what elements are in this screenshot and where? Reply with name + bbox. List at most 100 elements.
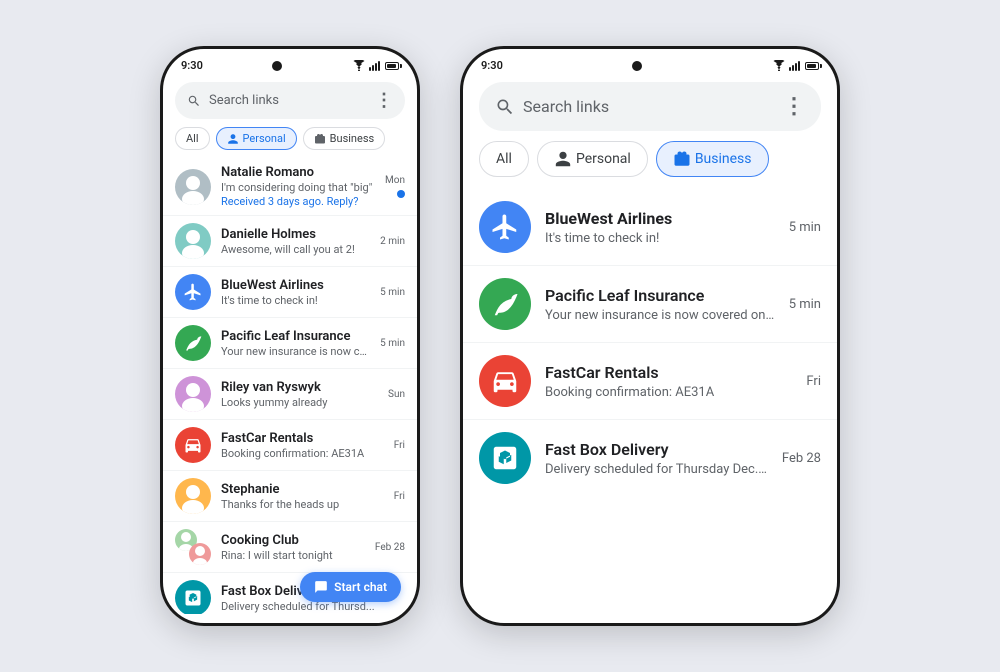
conv-meta-bluewest-large: 5 min: [789, 220, 821, 235]
wifi-icon-large: [772, 60, 786, 71]
conv-item-natalie[interactable]: Natalie Romano I'm considering doing tha…: [163, 158, 417, 215]
camera-small: [272, 61, 282, 71]
tabs-small: All Personal Business: [163, 127, 417, 158]
conv-time-riley: Sun: [388, 389, 405, 400]
conv-content-fastbox-large: Fast Box Delivery Delivery scheduled for…: [545, 440, 768, 477]
search-icon-small: [187, 94, 201, 108]
avatar-fastcar-large: [479, 355, 531, 407]
conv-item-danielle[interactable]: Danielle Holmes Awesome, will call you a…: [163, 215, 417, 266]
conv-content-danielle: Danielle Holmes Awesome, will call you a…: [221, 227, 370, 256]
conv-meta-stephanie: Fri: [394, 491, 405, 502]
more-icon-small[interactable]: ⋮: [375, 90, 393, 111]
business-tab-icon-large: [673, 150, 691, 168]
conv-item-pacific-large[interactable]: Pacific Leaf Insurance Your new insuranc…: [463, 265, 837, 342]
signal-icon-small: [369, 61, 380, 71]
start-chat-label: Start chat: [334, 580, 387, 594]
conv-preview-riley: Looks yummy already: [221, 396, 378, 409]
conv-name-riley: Riley van Ryswyk: [221, 380, 378, 395]
conv-name-bluewest-large: BlueWest Airlines: [545, 209, 775, 228]
conv-content-stephanie: Stephanie Thanks for the heads up: [221, 482, 384, 511]
conv-item-fastcar[interactable]: FastCar Rentals Booking confirmation: AE…: [163, 419, 417, 470]
conv-item-riley[interactable]: Riley van Ryswyk Looks yummy already Sun: [163, 368, 417, 419]
status-bar-large: 9:30: [463, 49, 837, 76]
conv-preview-stephanie: Thanks for the heads up: [221, 498, 384, 511]
wifi-icon-small: [352, 60, 366, 71]
conv-item-pacific[interactable]: Pacific Leaf Insurance Your new insuranc…: [163, 317, 417, 368]
conv-meta-natalie: Mon: [385, 175, 405, 198]
conv-name-stephanie: Stephanie: [221, 482, 384, 497]
conv-name-bluewest: BlueWest Airlines: [221, 278, 370, 293]
tab-business-large[interactable]: Business: [656, 141, 769, 177]
conv-time-fastcar: Fri: [394, 440, 405, 451]
camera-large: [632, 61, 642, 71]
time-large: 9:30: [481, 59, 503, 72]
conv-name-pacific-large: Pacific Leaf Insurance: [545, 286, 775, 305]
conv-item-stephanie[interactable]: Stephanie Thanks for the heads up Fri: [163, 470, 417, 521]
conv-time-danielle: 2 min: [380, 236, 405, 247]
conv-preview-fastbox-large: Delivery scheduled for Thursday Dec. 18: [545, 462, 768, 477]
conv-preview2-natalie: Received 3 days ago. Reply?: [221, 195, 375, 208]
avatar-riley: [175, 376, 211, 412]
more-icon-large[interactable]: ⋮: [783, 94, 805, 119]
tab-all-small[interactable]: All: [175, 127, 210, 150]
conv-content-cooking: Cooking Club Rina: I will start tonight: [221, 533, 365, 562]
conv-preview-pacific-large: Your new insurance is now covered on the: [545, 308, 775, 323]
conv-name-natalie: Natalie Romano: [221, 165, 375, 180]
conv-content-fastcar: FastCar Rentals Booking confirmation: AE…: [221, 431, 384, 460]
avatar-danielle: [175, 223, 211, 259]
conv-item-cooking[interactable]: Cooking Club Rina: I will start tonight …: [163, 521, 417, 572]
conv-name-cooking: Cooking Club: [221, 533, 365, 548]
search-bar-large[interactable]: Search links ⋮: [479, 82, 821, 131]
avatar-natalie: [175, 169, 211, 205]
phone-large: 9:30: [460, 46, 840, 626]
personal-tab-icon-large: [554, 150, 572, 168]
conv-time-fastbox-large: Feb 28: [782, 451, 821, 466]
business-tab-icon-small: [314, 133, 326, 145]
conv-content-pacific: Pacific Leaf Insurance Your new insuranc…: [221, 329, 370, 358]
start-chat-fab[interactable]: Start chat: [300, 572, 401, 602]
avatar-fastbox-large: [479, 432, 531, 484]
personal-tab-icon-small: [227, 133, 239, 145]
conv-item-fastcar-large[interactable]: FastCar Rentals Booking confirmation: AE…: [463, 342, 837, 419]
status-icons-small: [352, 60, 399, 71]
avatar-cooking-group: [175, 529, 211, 565]
phone-content-small: Search links ⋮ All Personal Business: [163, 76, 417, 614]
conv-time-cooking: Feb 28: [375, 542, 405, 553]
search-bar-small[interactable]: Search links ⋮: [175, 82, 405, 119]
avatar-bluewest: [175, 274, 211, 310]
conv-preview-bluewest-large: It's time to check in!: [545, 231, 775, 246]
conv-time-fastcar-large: Fri: [806, 374, 821, 389]
conv-content-bluewest: BlueWest Airlines It's time to check in!: [221, 278, 370, 307]
tab-business-small[interactable]: Business: [303, 127, 386, 150]
avatar-stephanie: [175, 478, 211, 514]
avatar-pacific: [175, 325, 211, 361]
conv-time-pacific: 5 min: [380, 338, 405, 349]
conv-meta-fastcar: Fri: [394, 440, 405, 451]
status-icons-large: [772, 60, 819, 71]
conv-content-pacific-large: Pacific Leaf Insurance Your new insuranc…: [545, 286, 775, 323]
tab-personal-large[interactable]: Personal: [537, 141, 648, 177]
conv-list-large: BlueWest Airlines It's time to check in!…: [463, 189, 837, 614]
conv-preview-bluewest: It's time to check in!: [221, 294, 370, 307]
conv-content-fastcar-large: FastCar Rentals Booking confirmation: AE…: [545, 363, 792, 400]
conv-meta-pacific-large: 5 min: [789, 297, 821, 312]
tab-personal-small[interactable]: Personal: [216, 127, 297, 150]
conv-item-bluewest-large[interactable]: BlueWest Airlines It's time to check in!…: [463, 189, 837, 265]
unread-dot-natalie: [397, 190, 405, 198]
battery-icon-small: [385, 62, 399, 70]
conv-item-fastbox-large[interactable]: Fast Box Delivery Delivery scheduled for…: [463, 419, 837, 496]
search-placeholder-large: Search links: [523, 97, 775, 116]
search-placeholder-small: Search links: [209, 93, 367, 108]
search-icon-large: [495, 97, 515, 117]
avatar-bluewest-large: [479, 201, 531, 253]
conv-meta-riley: Sun: [388, 389, 405, 400]
time-small: 9:30: [181, 59, 203, 72]
conv-item-bluewest[interactable]: BlueWest Airlines It's time to check in!…: [163, 266, 417, 317]
conv-meta-pacific: 5 min: [380, 338, 405, 349]
conv-name-fastcar-large: FastCar Rentals: [545, 363, 792, 382]
phone-small: 9:30: [160, 46, 420, 626]
tab-all-large[interactable]: All: [479, 141, 529, 177]
status-bar-small: 9:30: [163, 49, 417, 76]
conv-preview-danielle: Awesome, will call you at 2!: [221, 243, 370, 256]
battery-icon-large: [805, 62, 819, 70]
